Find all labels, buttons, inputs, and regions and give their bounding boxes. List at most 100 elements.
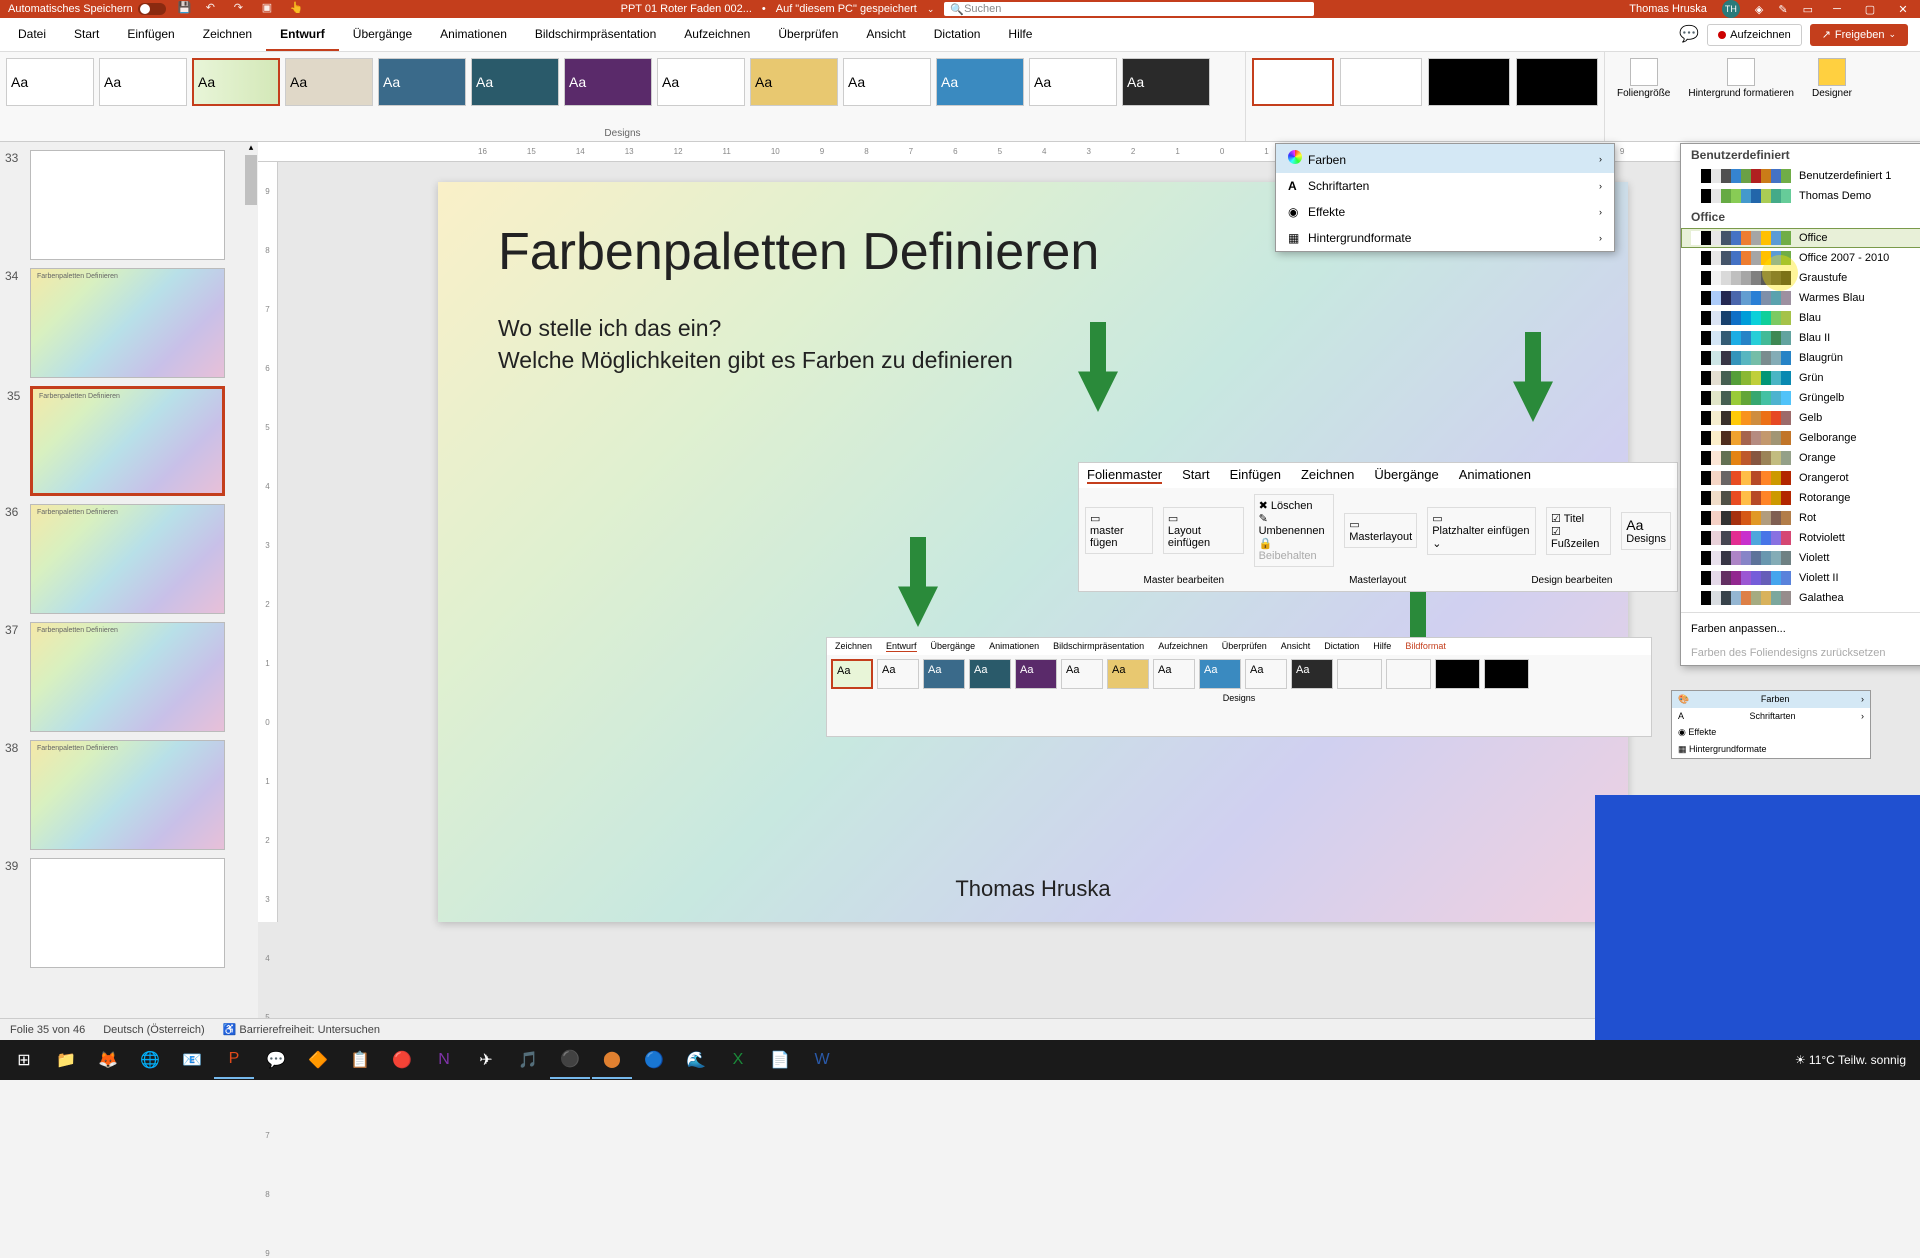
language-indicator[interactable]: Deutsch (Österreich) (103, 1024, 204, 1036)
save-icon[interactable]: 💾 (178, 1, 194, 17)
slide-thumbnail[interactable]: 37Farbenpaletten Definieren (30, 622, 225, 732)
slide-thumbnail[interactable]: 34Farbenpaletten Definieren (30, 268, 225, 378)
color-scheme-item[interactable]: Galathea (1681, 588, 1920, 608)
theme-item-selected[interactable]: Aa (192, 58, 280, 106)
slide-thumbnail[interactable]: 33 (30, 150, 225, 260)
dropdown-effects[interactable]: ◉Effekte› (1276, 199, 1614, 225)
color-scheme-item[interactable]: Graustufe (1681, 268, 1920, 288)
present-icon[interactable]: ▣ (262, 1, 278, 17)
app-icon[interactable]: 🔴 (382, 1041, 422, 1079)
color-scheme-item[interactable]: Benutzerdefiniert 1 (1681, 166, 1920, 186)
color-scheme-item[interactable]: Violett (1681, 548, 1920, 568)
color-scheme-item[interactable]: Grün (1681, 368, 1920, 388)
theme-item[interactable]: Aa (99, 58, 187, 106)
menu-tab-einfügen[interactable]: Einfügen (113, 19, 188, 51)
share-button[interactable]: ↗Freigeben⌄ (1810, 24, 1908, 46)
color-scheme-item[interactable]: Gelb (1681, 408, 1920, 428)
pen-icon[interactable]: ✎ (1778, 3, 1787, 16)
chrome-icon[interactable]: 🌐 (130, 1041, 170, 1079)
menu-tab-übergänge[interactable]: Übergänge (339, 19, 426, 51)
color-scheme-item[interactable]: Blaugrün (1681, 348, 1920, 368)
color-scheme-item[interactable]: Office (1681, 228, 1920, 248)
color-scheme-item[interactable]: Rot (1681, 508, 1920, 528)
variants-gallery[interactable] (1245, 52, 1605, 141)
dropdown-colors[interactable]: Farben› (1276, 144, 1614, 173)
autosave-toggle[interactable]: Automatisches Speichern (8, 3, 166, 15)
slide-thumbnail[interactable]: 36Farbenpaletten Definieren (30, 504, 225, 614)
menu-tab-hilfe[interactable]: Hilfe (994, 19, 1046, 51)
search-input[interactable]: 🔍 Suchen (944, 2, 1314, 16)
app-icon[interactable]: 🔵 (634, 1041, 674, 1079)
menu-tab-überprüfen[interactable]: Überprüfen (764, 19, 852, 51)
app-icon[interactable]: 📋 (340, 1041, 380, 1079)
window-icon[interactable]: ▭ (1803, 3, 1813, 16)
color-scheme-item[interactable]: Gelborange (1681, 428, 1920, 448)
obs-icon[interactable]: ⚫ (550, 1041, 590, 1079)
explorer-icon[interactable]: 📁 (46, 1041, 86, 1079)
menu-tab-animationen[interactable]: Animationen (426, 19, 521, 51)
record-button[interactable]: Aufzeichnen (1707, 24, 1802, 46)
variant-item[interactable] (1428, 58, 1510, 106)
format-background-button[interactable]: Hintergrund formatieren (1688, 58, 1794, 135)
theme-item[interactable]: Aa (285, 58, 373, 106)
designer-button[interactable]: Designer (1812, 58, 1852, 135)
theme-item[interactable]: Aa (1029, 58, 1117, 106)
powerpoint-icon[interactable]: P (214, 1041, 254, 1079)
menu-tab-dictation[interactable]: Dictation (920, 19, 995, 51)
app-icon[interactable]: 💬 (256, 1041, 296, 1079)
color-scheme-item[interactable]: Blau (1681, 308, 1920, 328)
excel-icon[interactable]: X (718, 1041, 758, 1079)
app-icon[interactable]: 🎵 (508, 1041, 548, 1079)
word-icon[interactable]: W (802, 1041, 842, 1079)
menu-tab-datei[interactable]: Datei (4, 19, 60, 51)
touch-icon[interactable]: 👆 (290, 1, 306, 17)
theme-item[interactable]: Aa (657, 58, 745, 106)
onenote-icon[interactable]: N (424, 1041, 464, 1079)
themes-gallery[interactable]: Aa Aa Aa Aa Aa Aa Aa Aa Aa Aa Aa Aa Aa D… (0, 52, 1245, 141)
variant-item[interactable] (1252, 58, 1334, 106)
color-scheme-item[interactable]: Office 2007 - 2010 (1681, 248, 1920, 268)
close-button[interactable]: ✕ (1894, 2, 1912, 16)
customize-colors-button[interactable]: Farben anpassen... (1681, 617, 1920, 641)
color-scheme-item[interactable]: Grüngelb (1681, 388, 1920, 408)
theme-item[interactable]: Aa (378, 58, 466, 106)
theme-item[interactable]: Aa (564, 58, 652, 106)
theme-item[interactable]: Aa (936, 58, 1024, 106)
firefox-icon[interactable]: 🦊 (88, 1041, 128, 1079)
theme-item[interactable]: Aa (1122, 58, 1210, 106)
edge-icon[interactable]: 🌊 (676, 1041, 716, 1079)
color-scheme-item[interactable]: Thomas Demo (1681, 186, 1920, 206)
telegram-icon[interactable]: ✈ (466, 1041, 506, 1079)
minimize-button[interactable]: ─ (1828, 2, 1846, 16)
app-icon[interactable]: 📄 (760, 1041, 800, 1079)
slide-thumbnail[interactable]: 35Farbenpaletten Definieren (30, 386, 225, 496)
slide-body[interactable]: Wo stelle ich das ein? Welche Möglichkei… (498, 312, 1568, 376)
variant-item[interactable] (1516, 58, 1598, 106)
start-button[interactable]: ⊞ (4, 1041, 44, 1079)
slide-counter[interactable]: Folie 35 von 46 (10, 1024, 85, 1036)
weather-widget[interactable]: ☀ 11°C Teilw. sonnig (1795, 1053, 1906, 1067)
undo-icon[interactable]: ↶ (206, 1, 222, 17)
color-scheme-item[interactable]: Violett II (1681, 568, 1920, 588)
record-icon[interactable]: ⬤ (592, 1041, 632, 1079)
theme-item[interactable]: Aa (843, 58, 931, 106)
variant-item[interactable] (1340, 58, 1422, 106)
theme-item[interactable]: Aa (750, 58, 838, 106)
color-scheme-item[interactable]: Orangerot (1681, 468, 1920, 488)
slide-panel-scrollbar[interactable]: ▴ (244, 142, 258, 1032)
theme-item[interactable]: Aa (6, 58, 94, 106)
color-scheme-item[interactable]: Blau II (1681, 328, 1920, 348)
slide-thumbnail[interactable]: 38Farbenpaletten Definieren (30, 740, 225, 850)
maximize-button[interactable]: ▢ (1861, 2, 1879, 16)
user-avatar[interactable]: TH (1722, 0, 1740, 18)
diamond-icon[interactable]: ◈ (1755, 3, 1763, 16)
menu-tab-entwurf[interactable]: Entwurf (266, 19, 339, 51)
menu-tab-start[interactable]: Start (60, 19, 113, 51)
menu-tab-aufzeichnen[interactable]: Aufzeichnen (670, 19, 764, 51)
color-scheme-item[interactable]: Orange (1681, 448, 1920, 468)
dropdown-bgformats[interactable]: ▦Hintergrundformate› (1276, 225, 1614, 251)
slide-canvas[interactable]: Farbenpaletten Definieren Wo stelle ich … (438, 182, 1628, 922)
color-scheme-item[interactable]: Rotorange (1681, 488, 1920, 508)
menu-tab-ansicht[interactable]: Ansicht (852, 19, 919, 51)
vlc-icon[interactable]: 🔶 (298, 1041, 338, 1079)
